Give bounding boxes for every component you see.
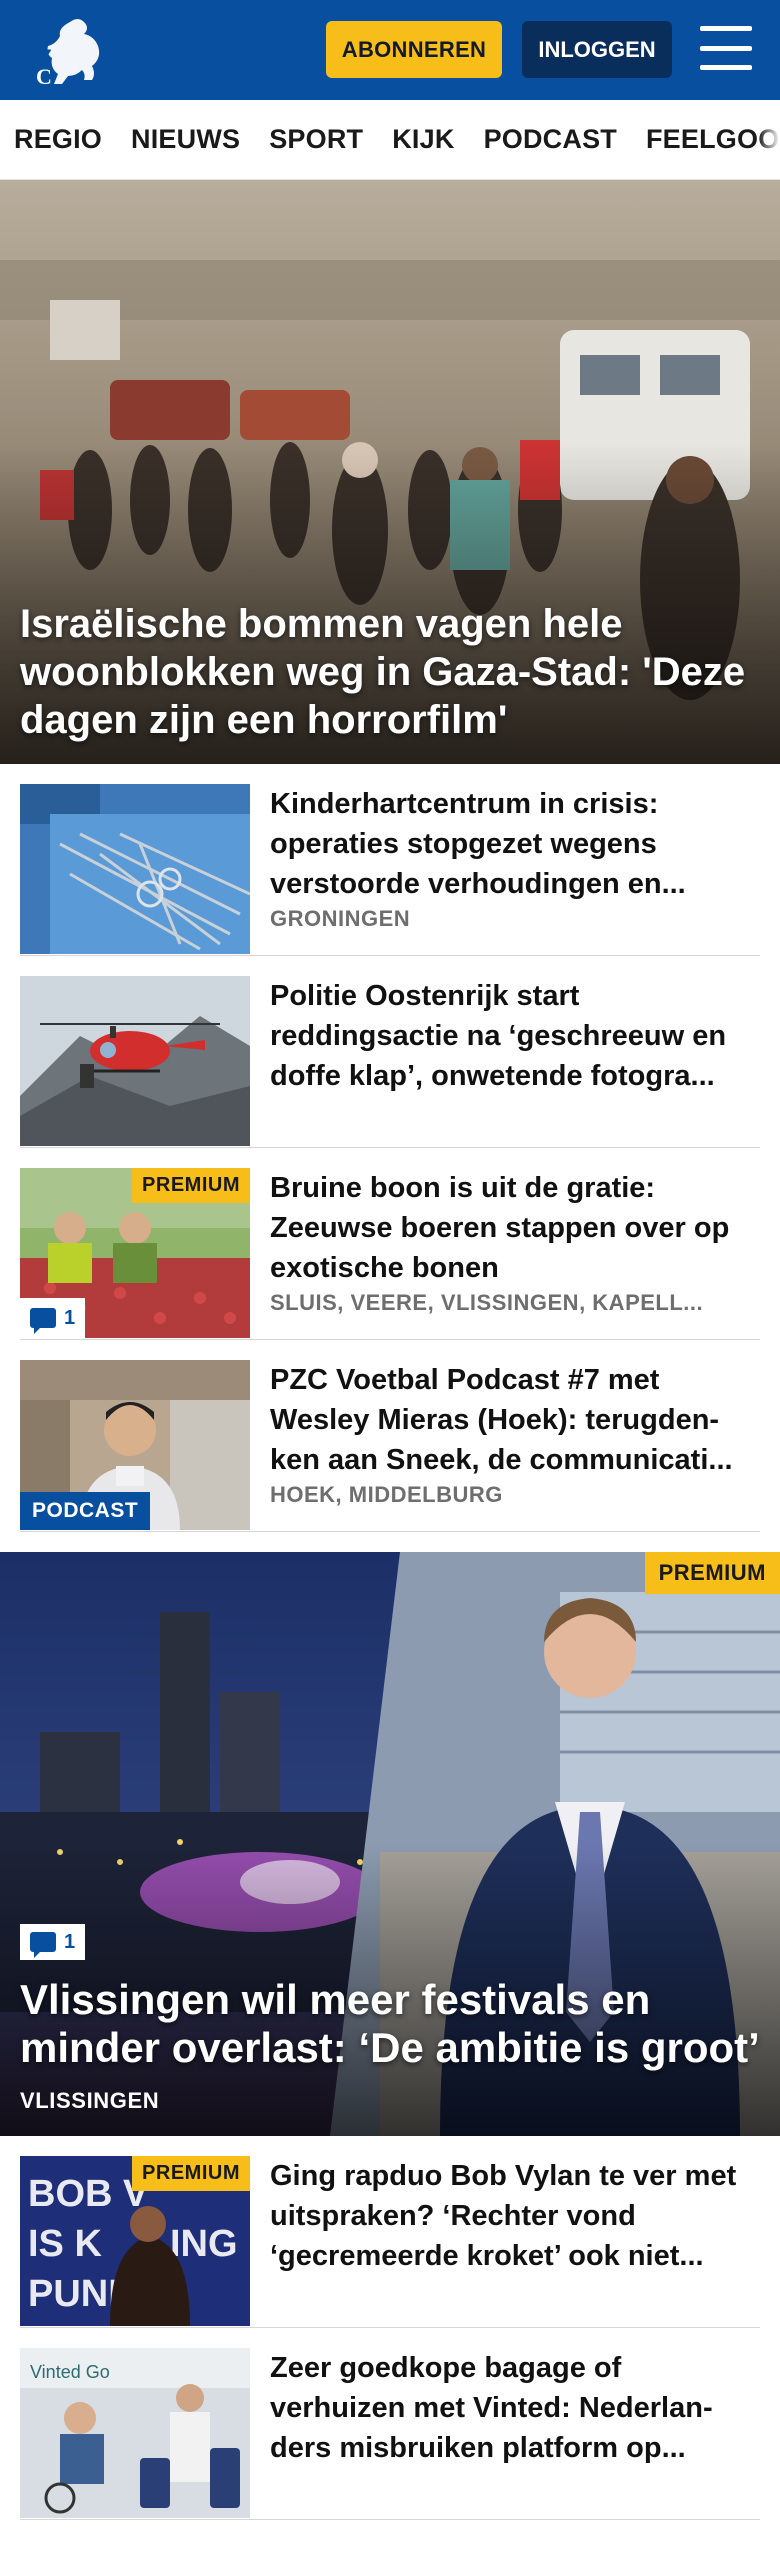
- article-thumbnail: Vinted Go: [20, 2348, 250, 2518]
- article-headline[interactable]: Ging rapduo Bob Vylan te ver met uitspra…: [270, 2156, 760, 2276]
- comment-count-badge[interactable]: 1: [20, 1924, 86, 1960]
- premium-badge: PREMIUM: [132, 2156, 250, 2191]
- article-headline[interactable]: Zeer goedkope bagage of verhuizen met Vi…: [270, 2348, 760, 2468]
- list-item[interactable]: Kinderhartcentrum in crisis: operaties s…: [20, 764, 760, 956]
- hero-headline[interactable]: Israëlische bommen vagen hele woonblokke…: [20, 600, 760, 744]
- article-thumbnail: PREMIUM 1: [20, 1168, 250, 1338]
- nav-scroll-fade: [758, 100, 780, 179]
- article-region-tag: HOEK, MIDDELBURG: [270, 1482, 503, 1507]
- article-region-tag: GRONINGEN: [270, 906, 411, 931]
- list-item[interactable]: Politie Oostenrijk start reddingsactie n…: [20, 956, 760, 1148]
- article-headline[interactable]: Kinderhartcentrum in crisis: operaties s…: [270, 784, 760, 904]
- article-region-tag: SLUIS, VEERE, VLISSINGEN, KAPELL...: [270, 1290, 704, 1315]
- premium-badge: PREMIUM: [132, 1168, 250, 1203]
- list-item[interactable]: Vinted Go Zeer goedkope bagage of verhui…: [20, 2328, 760, 2520]
- nav-item-sport[interactable]: SPORT: [269, 124, 363, 155]
- section-nav: REGIO NIEUWS SPORT KIJK PODCAST FEELGOOD: [0, 100, 780, 180]
- pzc-lion-logo-icon: P Z C: [36, 19, 100, 89]
- comment-count: 1: [64, 1930, 76, 1953]
- list-item[interactable]: PODCAST PZC Voetbal Podcast #7 met Wesle…: [20, 1340, 760, 1532]
- nav-item-nieuws[interactable]: NIEUWS: [131, 124, 240, 155]
- subscribe-button[interactable]: ABONNEREN: [326, 21, 502, 78]
- featured-headline[interactable]: Vlissingen wil meer festivals en minder …: [20, 1976, 760, 2072]
- article-headline[interactable]: PZC Voetbal Podcast #7 met Wesley Mieras…: [270, 1360, 760, 1480]
- article-thumbnail: [20, 784, 250, 954]
- svg-text:Vinted Go: Vinted Go: [30, 2362, 110, 2382]
- list-item[interactable]: BOB V IS K PUNK ING PREMIUM Ging rapduo …: [20, 2136, 760, 2328]
- list-item[interactable]: PREMIUM 1 Bruine boon is uit de gratie: …: [20, 1148, 760, 1340]
- pzc-logo[interactable]: P Z C: [30, 12, 112, 89]
- hamburger-menu-icon[interactable]: [700, 26, 752, 70]
- comment-bubble-icon: [30, 1308, 56, 1334]
- article-headline[interactable]: Politie Oostenrijk start reddingsactie n…: [270, 976, 760, 1096]
- comment-bubble-icon: [30, 1932, 56, 1958]
- article-thumbnail: PODCAST: [20, 1360, 250, 1530]
- hero-article[interactable]: Israëlische bommen vagen hele woonblokke…: [0, 180, 780, 764]
- article-thumbnail: [20, 976, 250, 1146]
- featured-region-tag: VLISSINGEN: [20, 2088, 160, 2113]
- nav-item-kijk[interactable]: KIJK: [392, 124, 454, 155]
- nav-item-regio[interactable]: REGIO: [14, 124, 102, 155]
- article-list: Kinderhartcentrum in crisis: operaties s…: [0, 764, 780, 1532]
- rescue-helicopter-image: [20, 976, 250, 1146]
- surgical-instruments-image: [20, 784, 250, 954]
- featured-article[interactable]: PREMIUM 1 Vlissingen wil meer festivals …: [0, 1552, 780, 2136]
- svg-text:BOB V: BOB V: [28, 2173, 149, 2215]
- svg-text:ING: ING: [170, 2223, 238, 2265]
- login-button[interactable]: INLOGGEN: [522, 21, 672, 78]
- vinted-luggage-image: Vinted Go: [20, 2348, 250, 2518]
- article-headline[interactable]: Bruine boon is uit de gratie: Zeeuwse bo…: [270, 1168, 760, 1288]
- svg-text:IS K: IS K: [28, 2223, 102, 2265]
- podcast-badge: PODCAST: [20, 1492, 151, 1530]
- comment-count: 1: [64, 1306, 76, 1329]
- comment-count-badge[interactable]: 1: [20, 1298, 86, 1338]
- article-thumbnail: BOB V IS K PUNK ING PREMIUM: [20, 2156, 250, 2326]
- nav-item-podcast[interactable]: PODCAST: [484, 124, 617, 155]
- svg-text:C: C: [36, 64, 52, 88]
- article-list-2: BOB V IS K PUNK ING PREMIUM Ging rapduo …: [0, 2136, 780, 2520]
- premium-badge: PREMIUM: [644, 1552, 780, 1594]
- site-header: P Z C ABONNEREN INLOGGEN: [0, 0, 780, 100]
